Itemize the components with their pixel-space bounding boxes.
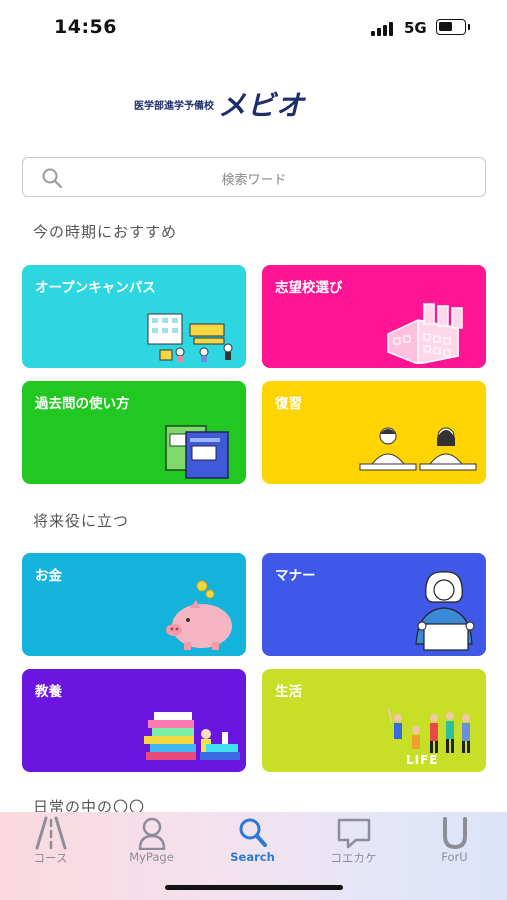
search-input[interactable]: 検索ワード	[22, 157, 486, 197]
home-indicator	[165, 885, 343, 890]
status-bar: 14:56 5G	[0, 0, 507, 56]
card-life[interactable]: 生活 LIFE	[262, 669, 486, 772]
life-art-text: LIFE	[406, 753, 439, 767]
card-review[interactable]: 復習	[262, 381, 486, 484]
tab-search[interactable]: Search	[202, 812, 303, 872]
tab-label: コエカケ	[330, 851, 377, 865]
network-label: 5G	[404, 19, 427, 37]
card-label: 教養	[35, 684, 62, 700]
school-building-illustration	[387, 303, 463, 364]
tab-mypage[interactable]: MyPage	[101, 812, 202, 872]
search-placeholder: 検索ワード	[221, 173, 287, 188]
card-money[interactable]: お金	[22, 553, 246, 656]
tab-foru[interactable]: ForU	[404, 812, 505, 872]
card-past-exams[interactable]: 過去問の使い方	[22, 381, 246, 484]
piggy-bank-illustration	[166, 580, 232, 650]
card-school-choice[interactable]: 志望校選び	[262, 265, 486, 368]
logo-title: メビオ	[218, 89, 306, 122]
person-icon	[138, 817, 165, 850]
card-label: 復習	[275, 396, 302, 412]
card-culture[interactable]: 教養	[22, 669, 246, 772]
card-label: 志望校選び	[275, 280, 343, 296]
road-icon	[35, 816, 66, 850]
tab-koekake[interactable]: コエカケ	[303, 812, 404, 872]
search-icon	[239, 818, 267, 847]
tab-label: Search	[230, 850, 275, 864]
stacked-books-illustration	[144, 712, 240, 760]
tab-label: MyPage	[129, 850, 174, 864]
tab-label: ForU	[441, 850, 468, 864]
section-title-future: 将来役に立つ	[33, 512, 130, 530]
logo-subtitle: 医学部進学予備校	[134, 100, 214, 112]
foru-icon	[442, 817, 467, 850]
card-label: マナー	[275, 568, 316, 584]
tab-course[interactable]: コース	[0, 812, 101, 872]
signal-icon	[371, 22, 397, 36]
books-illustration	[165, 425, 229, 479]
app-logo: 医学部進学予備校 メビオ	[134, 86, 374, 122]
card-label: オープンキャンパス	[35, 280, 156, 296]
section-title-recommend: 今の時期におすすめ	[33, 223, 178, 241]
open-campus-illustration	[147, 313, 233, 362]
tab-label: コース	[33, 851, 68, 865]
card-label: お金	[35, 568, 62, 584]
students-studying-illustration	[359, 427, 477, 471]
card-label: 過去問の使い方	[35, 396, 130, 412]
card-label: 生活	[275, 684, 302, 700]
status-time: 14:56	[54, 16, 117, 38]
card-open-campus[interactable]: オープンキャンパス	[22, 265, 246, 368]
chat-bubble-icon	[337, 818, 370, 849]
woman-with-paper-illustration	[415, 571, 475, 651]
life-people-illustration: LIFE	[387, 707, 470, 767]
battery-icon	[436, 19, 470, 35]
card-manners[interactable]: マナー	[262, 553, 486, 656]
